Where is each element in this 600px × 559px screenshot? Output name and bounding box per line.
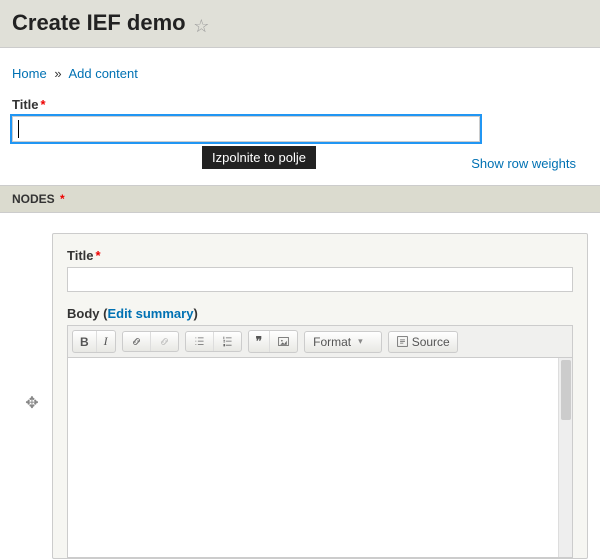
unlink-button[interactable] bbox=[151, 332, 178, 351]
image-icon bbox=[277, 335, 290, 348]
required-marker: * bbox=[60, 192, 65, 206]
breadcrumb-add-content[interactable]: Add content bbox=[68, 66, 137, 81]
breadcrumb-home[interactable]: Home bbox=[12, 66, 47, 81]
unlink-icon bbox=[158, 335, 171, 348]
editor-body[interactable] bbox=[67, 358, 573, 558]
text-cursor bbox=[18, 120, 19, 138]
numbered-list-button[interactable] bbox=[214, 332, 241, 351]
show-row-weights-link[interactable]: Show row weights bbox=[471, 156, 576, 171]
node-form: Title* Body (Edit summary) B I bbox=[52, 233, 588, 559]
edit-summary-link[interactable]: Edit summary bbox=[107, 306, 193, 321]
required-marker: * bbox=[41, 97, 46, 112]
body-label: Body (Edit summary) bbox=[67, 306, 573, 321]
star-icon[interactable]: ☆ bbox=[193, 16, 209, 37]
link-icon bbox=[130, 335, 143, 348]
bullet-list-button[interactable] bbox=[186, 332, 214, 351]
format-select[interactable]: Format▾ bbox=[305, 332, 381, 352]
nodes-legend: NODES * bbox=[0, 185, 600, 213]
title-label: Title* bbox=[12, 97, 588, 112]
node-title-input[interactable] bbox=[67, 267, 573, 292]
node-title-label: Title* bbox=[67, 248, 573, 263]
validation-tooltip: Izpolnite to polje bbox=[202, 146, 316, 169]
page-title: Create IEF demo bbox=[12, 10, 186, 36]
chevron-down-icon: ▾ bbox=[358, 336, 363, 347]
link-button[interactable] bbox=[123, 332, 151, 351]
bold-button[interactable]: B bbox=[73, 331, 97, 352]
breadcrumb-sep: » bbox=[54, 66, 61, 81]
page-header: Create IEF demo ☆ bbox=[0, 0, 600, 48]
numbered-list-icon bbox=[221, 335, 234, 348]
nodes-fieldset: NODES * ✥ Title* Body (Edit summary) B I bbox=[0, 185, 600, 559]
breadcrumb: Home » Add content bbox=[12, 66, 588, 81]
drag-handle-icon[interactable]: ✥ bbox=[12, 233, 52, 413]
title-input[interactable] bbox=[12, 116, 480, 142]
bullet-list-icon bbox=[193, 335, 206, 348]
editor-toolbar: B I bbox=[67, 325, 573, 358]
image-button[interactable] bbox=[270, 331, 297, 352]
required-marker: * bbox=[96, 248, 101, 263]
blockquote-button[interactable]: ❞ bbox=[249, 331, 270, 352]
italic-button[interactable]: I bbox=[97, 331, 115, 352]
scrollbar-thumb[interactable] bbox=[561, 360, 571, 420]
source-button[interactable]: Source bbox=[389, 332, 457, 352]
source-icon bbox=[396, 335, 409, 348]
scrollbar[interactable] bbox=[558, 358, 572, 557]
